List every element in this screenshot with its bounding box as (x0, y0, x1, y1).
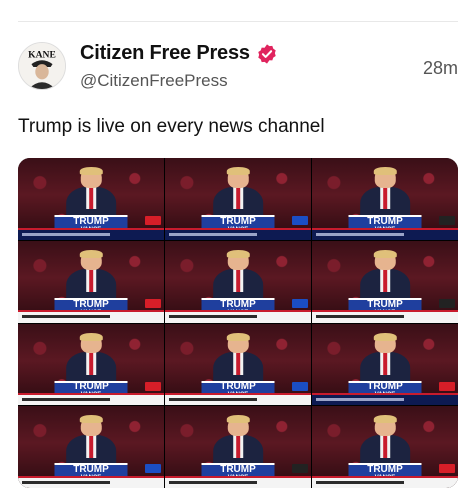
network-logo-icon (439, 381, 455, 391)
news-channel-tile: TRUMPVANCE (165, 323, 311, 406)
podium-text-top: TRUMP (73, 215, 109, 227)
podium-text-top: TRUMP (220, 298, 256, 310)
news-chyron (165, 227, 311, 240)
podium-text-top: TRUMP (73, 298, 109, 310)
network-logo-icon (292, 464, 308, 474)
news-chyron (165, 310, 311, 323)
network-logo-icon (145, 464, 161, 474)
news-chyron (312, 310, 458, 323)
verified-badge-icon (256, 43, 278, 65)
news-channel-tile: TRUMPVANCE (312, 240, 458, 323)
news-channel-tile: TRUMPVANCE (18, 323, 164, 406)
post-text: Trump is live on every news channel (18, 116, 325, 137)
news-channel-tile: TRUMPVANCE (165, 240, 311, 323)
network-logo-icon (439, 464, 455, 474)
network-logo-icon (292, 298, 308, 308)
avatar-image: KANE (19, 43, 65, 89)
network-logo-icon (439, 216, 455, 226)
news-chyron (18, 310, 164, 323)
news-chyron (165, 475, 311, 488)
network-logo-icon (439, 298, 455, 308)
user-handle[interactable]: @CitizenFreePress (80, 71, 228, 91)
name-row: Citizen Free Press (80, 42, 278, 65)
news-chyron (18, 227, 164, 240)
podium-text-top: TRUMP (367, 381, 403, 393)
podium-text-top: TRUMP (220, 464, 256, 476)
post-media-image[interactable]: TRUMPVANCETRUMPVANCETRUMPVANCETRUMPVANCE… (18, 158, 458, 488)
avatar-wordmark: KANE (28, 49, 56, 60)
podium-text-top: TRUMP (367, 215, 403, 227)
news-chyron (18, 475, 164, 488)
news-chyron (312, 475, 458, 488)
news-chyron (312, 393, 458, 406)
news-chyron (165, 393, 311, 406)
network-logo-icon (145, 216, 161, 226)
news-channel-tile: TRUMPVANCE (18, 240, 164, 323)
podium-text-top: TRUMP (220, 381, 256, 393)
news-channel-tile: TRUMPVANCE (312, 406, 458, 488)
post-header: KANE Citizen Free Press @CitizenFreePres… (18, 40, 458, 96)
network-logo-icon (292, 216, 308, 226)
post-timestamp[interactable]: 28m (423, 58, 458, 79)
top-divider (18, 21, 458, 22)
news-chyron (312, 227, 458, 240)
avatar[interactable]: KANE (18, 42, 66, 90)
network-logo-icon (145, 298, 161, 308)
podium-text-top: TRUMP (367, 464, 403, 476)
network-logo-icon (145, 381, 161, 391)
news-channel-tile: TRUMPVANCE (18, 406, 164, 488)
display-name[interactable]: Citizen Free Press (80, 42, 250, 65)
podium-text-top: TRUMP (220, 215, 256, 227)
podium-text-top: TRUMP (73, 464, 109, 476)
news-chyron (18, 393, 164, 406)
news-channel-tile: TRUMPVANCE (312, 158, 458, 240)
news-channel-grid: TRUMPVANCETRUMPVANCETRUMPVANCETRUMPVANCE… (18, 158, 458, 488)
news-channel-tile: TRUMPVANCE (165, 158, 311, 240)
news-channel-tile: TRUMPVANCE (165, 406, 311, 488)
news-channel-tile: TRUMPVANCE (18, 158, 164, 240)
podium-text-top: TRUMP (73, 381, 109, 393)
news-channel-tile: TRUMPVANCE (312, 323, 458, 406)
network-logo-icon (292, 381, 308, 391)
podium-text-top: TRUMP (367, 298, 403, 310)
